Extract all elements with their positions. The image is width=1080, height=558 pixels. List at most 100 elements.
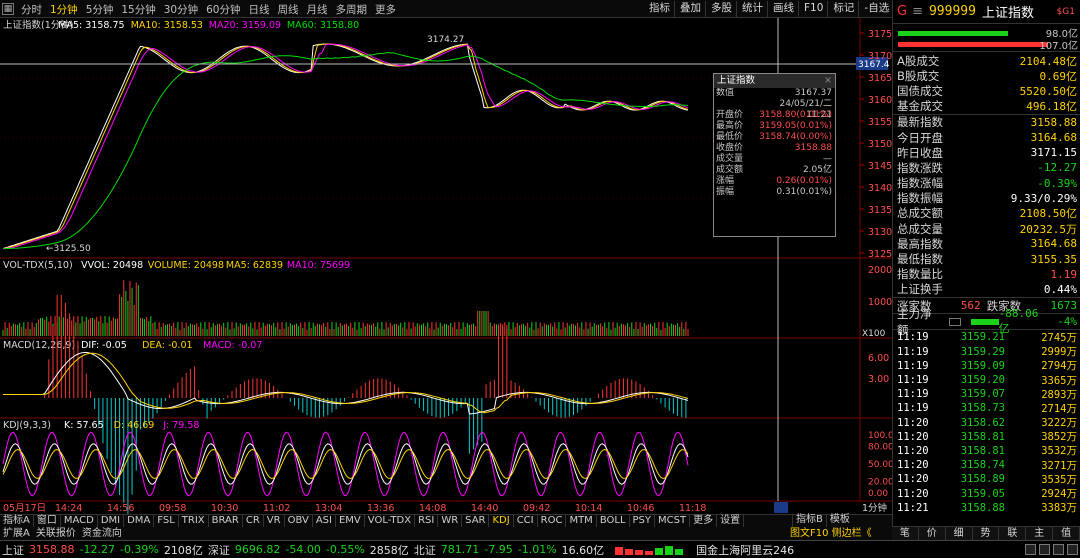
indicator-tab[interactable]: 更多 (690, 515, 718, 527)
bz-amount: 16.60亿 (561, 543, 605, 557)
indicator-tab[interactable]: FSL (154, 515, 179, 527)
period-tab[interactable]: 日线 (245, 2, 274, 17)
bottom-tabs: 扩展A 关联报价 资金流向 (0, 527, 892, 540)
info-value: 3158.88 (794, 143, 832, 153)
net-pct: -4% (1057, 315, 1077, 329)
indicator-tab[interactable]: MACD (61, 515, 98, 527)
indicator-tab[interactable]: SAR (462, 515, 490, 527)
indicator-right-tab[interactable]: 指标B (792, 514, 826, 527)
security-tag: $G1 (1056, 6, 1075, 17)
indicator-tab[interactable]: VOL-TDX (365, 515, 416, 527)
period-tab[interactable]: 更多 (371, 2, 400, 17)
sidebar-tab[interactable]: 价 (919, 527, 946, 540)
stat-value: 9.33/0.29% (1010, 191, 1077, 205)
message-icon[interactable] (1039, 544, 1050, 555)
info-value: 0.26(0.01%) (776, 176, 832, 186)
indicator-tab[interactable]: 指标A (0, 515, 34, 527)
stat-value: 3171.15 (1030, 146, 1077, 160)
close-icon[interactable]: × (824, 74, 832, 88)
x-axis-label: 09:58 (159, 503, 186, 514)
f10-sidebar-toggle[interactable]: 图文F10 侧边栏《 (790, 527, 872, 540)
indicator-tab[interactable]: DMI (98, 515, 125, 527)
bottom-tab[interactable]: 扩展A (0, 528, 33, 540)
period-tab[interactable]: 15分钟 (117, 2, 159, 17)
period-tab[interactable]: 分时 (17, 2, 46, 17)
period-tab[interactable]: 1分钟 (46, 2, 82, 17)
indicator-tab[interactable]: BOLL (597, 515, 630, 527)
price-line-ma5 (2, 43, 689, 250)
indicator-tab[interactable]: ASI (313, 515, 336, 527)
sh-name[interactable]: 上证 (2, 542, 24, 558)
tick-price: 3158.74 (960, 459, 1005, 472)
indicator-tab[interactable]: BRAR (209, 515, 243, 527)
price-tick-label: 3145 (868, 161, 892, 172)
tick-volume: 2794万 (1041, 360, 1077, 373)
tick-price: 3158.81 (960, 430, 1005, 443)
menu-icon[interactable]: ≡ (912, 4, 923, 19)
bottom-tab[interactable]: 资金流向 (79, 528, 125, 540)
indicator-tab[interactable]: KDJ (489, 515, 514, 527)
status-bar: 上证 3158.88 -12.27 -0.39% 2108亿 深证 9696.8… (0, 540, 1080, 558)
macd-tick-label: 6.00 (868, 353, 889, 364)
indicator-tab[interactable]: VR (264, 515, 285, 527)
toolbar-button[interactable]: 统计 (738, 1, 768, 17)
bottom-tab[interactable]: 关联报价 (33, 528, 79, 540)
market-breadth-minibar (615, 545, 684, 555)
sz-amount: 2858亿 (369, 543, 409, 557)
sidebar-tab[interactable]: 主 (1026, 527, 1054, 540)
indicator-tab[interactable]: TRIX (179, 515, 209, 527)
indicator-tab[interactable]: ROC (538, 515, 567, 527)
period-tab[interactable]: 月线 (303, 2, 332, 17)
info-key: 最高价 (716, 121, 744, 131)
sidebar-tab[interactable]: 值 (1053, 527, 1080, 540)
indicator-tab[interactable]: RSI (415, 515, 439, 527)
indicator-tab[interactable]: MTM (566, 515, 597, 527)
indicator-tab[interactable]: 设置 (717, 515, 745, 527)
toolbar-button[interactable]: 指标 (645, 1, 675, 17)
indicator-tab[interactable]: 窗口 (34, 515, 61, 527)
bz-name[interactable]: 北证 (414, 542, 436, 558)
sidebar-tab[interactable]: 细 (946, 527, 973, 540)
sidebar-tab[interactable]: 势 (973, 527, 1000, 540)
user-icon[interactable] (1053, 544, 1064, 555)
sidebar-tab[interactable]: 笔 (892, 527, 919, 540)
price-tick-label: 3125 (868, 249, 892, 260)
indicator-right-tab[interactable]: 模板 (825, 514, 853, 527)
security-title[interactable]: G ≡ 999999 上证指数 $G1 (893, 0, 1080, 24)
toolbar-button[interactable]: 多股 (707, 1, 737, 17)
volume-legend-item: MA5: 62839 (226, 260, 283, 271)
indicator-tab[interactable]: DMA (124, 515, 155, 527)
sz-name[interactable]: 深证 (208, 542, 230, 558)
outflow-bar (898, 42, 1048, 47)
indicator-tab[interactable]: CR (243, 515, 264, 527)
indicator-tab[interactable]: EMV (336, 515, 365, 527)
alert-icon[interactable] (1025, 544, 1036, 555)
status-icons (1022, 544, 1078, 555)
period-tab[interactable]: 5分钟 (82, 2, 118, 17)
price-line-ma10 (2, 43, 689, 250)
indicator-tab[interactable]: PSY (630, 515, 656, 527)
box-icon (948, 317, 961, 326)
stat-value: 20232.5万 (1019, 222, 1077, 236)
price-tick-label: 3170 (868, 51, 892, 62)
indicator-tab[interactable]: OBV (285, 515, 313, 527)
settings-icon[interactable] (1067, 544, 1078, 555)
toolbar-button[interactable]: F10 (800, 1, 829, 17)
toolbar-button[interactable]: -自选 (860, 1, 895, 17)
period-tab[interactable]: 多周期 (332, 2, 372, 17)
toolbar-button[interactable]: 标记 (829, 1, 860, 17)
broker-server[interactable]: 国金上海阿里云246 (696, 542, 794, 558)
indicator-tab[interactable]: CCI (514, 515, 538, 527)
grid-icon[interactable]: ▦ (2, 3, 14, 15)
chart-area[interactable]: 3167.4 上证指数(1分钟) MA5: 3158.75 MA10: 3158.53… (0, 18, 892, 514)
indicator-tab[interactable]: MCST (655, 515, 691, 527)
toolbar-button[interactable]: 叠加 (676, 1, 706, 17)
tick-volume: 2924万 (1041, 488, 1077, 501)
sidebar-tab[interactable]: 联 (999, 527, 1027, 540)
toolbar-button[interactable]: 画线 (769, 1, 799, 17)
indicator-tab[interactable]: WR (438, 515, 463, 527)
period-tab[interactable]: 周线 (274, 2, 303, 17)
period-tab[interactable]: 30分钟 (160, 2, 202, 17)
period-tab[interactable]: 60分钟 (202, 2, 244, 17)
stat-row: 基金成交 496.18亿 (893, 99, 1080, 114)
